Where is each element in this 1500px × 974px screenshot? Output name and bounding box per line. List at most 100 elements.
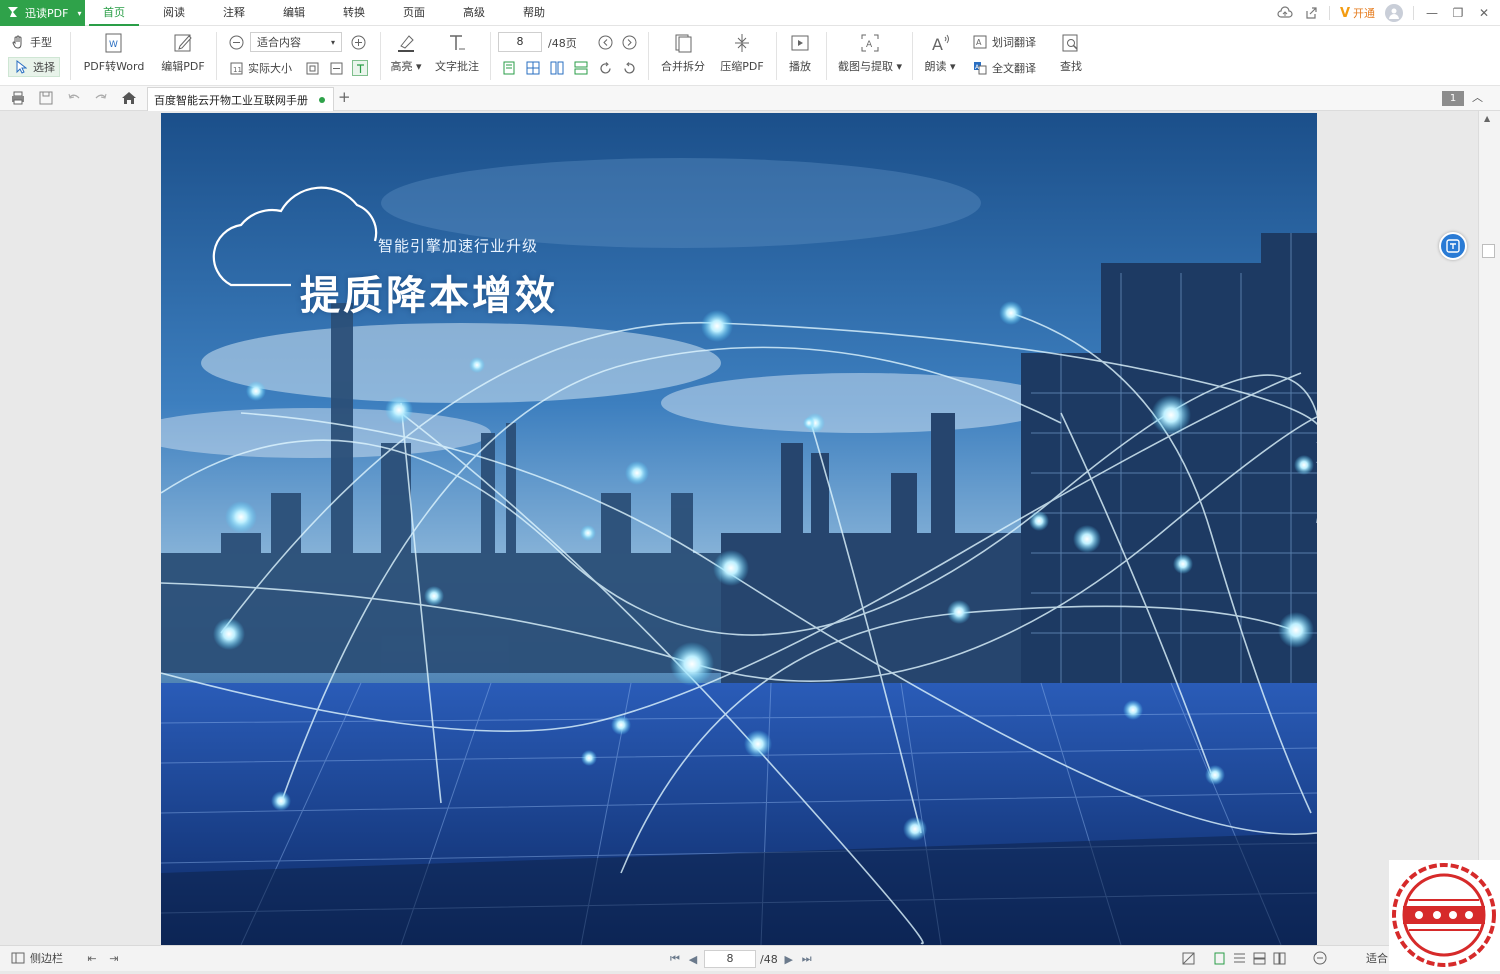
translate-float-button[interactable] — [1439, 232, 1467, 260]
menu-bar: 迅读PDF ▾ 首页 阅读 注释 编辑 转换 页面 高级 帮助 V 开通 — ❐… — [0, 0, 1500, 26]
tab-document[interactable]: 百度智能云开物工业互联网手册 — [147, 87, 334, 111]
zoom-out-icon[interactable] — [228, 34, 244, 50]
vertical-scrollbar[interactable]: ▲ — [1478, 111, 1500, 945]
facing-view-icon[interactable] — [1271, 950, 1287, 966]
menu-convert[interactable]: 转换 — [329, 0, 379, 26]
text-note-button[interactable]: 文字批注 — [430, 26, 484, 74]
new-tab-button[interactable]: + — [338, 88, 351, 106]
forward-icon[interactable]: ⇥ — [106, 950, 122, 966]
home-icon[interactable] — [120, 89, 138, 107]
status-bar: 侧边栏 ⇤ ⇥ ⏮ ◀ 8 /48 ▶ ⏭ 适合 — [0, 945, 1500, 971]
text-note-icon — [446, 30, 468, 56]
collapse-ribbon-icon[interactable]: ︿ — [1472, 89, 1483, 105]
slideshow-icon — [789, 30, 811, 56]
next-page-icon[interactable]: ▶ — [782, 951, 796, 967]
menu-read[interactable]: 阅读 — [149, 0, 199, 26]
avatar[interactable] — [1385, 4, 1403, 22]
save-icon[interactable] — [37, 89, 55, 107]
print-icon[interactable] — [9, 89, 27, 107]
menu-page[interactable]: 页面 — [389, 0, 439, 26]
rotate-left-icon[interactable] — [621, 60, 637, 76]
menu-home[interactable]: 首页 — [89, 0, 139, 26]
fit-width-icon[interactable] — [328, 60, 344, 76]
undo-icon[interactable] — [65, 89, 83, 107]
hand-tool-label: 手型 — [30, 36, 52, 49]
zoom-level[interactable]: 适合 — [1366, 950, 1388, 966]
find-label: 查找 — [1060, 60, 1082, 73]
compress-icon — [731, 30, 753, 56]
hand-tool-button[interactable]: 手型 — [10, 32, 52, 52]
actual-size-label: 实际大小 — [248, 62, 292, 75]
vip-label: 开通 — [1353, 7, 1375, 20]
two-page-continuous-icon[interactable] — [573, 60, 589, 76]
divider — [826, 32, 827, 80]
app-menu-button[interactable]: 迅读PDF ▾ — [0, 0, 85, 26]
zoom-in-icon[interactable] — [350, 34, 366, 50]
app-name: 迅读PDF — [25, 7, 69, 20]
close-icon[interactable]: ✕ — [1476, 5, 1492, 21]
single-page-icon[interactable] — [501, 60, 517, 76]
divider — [490, 32, 491, 80]
edit-pdf-button[interactable]: 编辑PDF — [158, 26, 208, 74]
hand-icon — [10, 34, 26, 50]
share-icon[interactable] — [1303, 5, 1319, 21]
first-page-icon[interactable]: ⏮ — [668, 951, 682, 967]
continuous-page-icon[interactable] — [525, 60, 541, 76]
screenshot-extract-button[interactable]: A 截图与提取 ▾ — [834, 26, 906, 74]
compress-label: 压缩PDF — [720, 60, 764, 73]
menu-annotate[interactable]: 注释 — [209, 0, 259, 26]
divider — [380, 32, 381, 80]
full-translate-icon: A — [972, 60, 988, 76]
fit-page-icon[interactable] — [304, 60, 320, 76]
back-icon[interactable]: ⇤ — [84, 950, 100, 966]
status-page-input[interactable]: 8 — [704, 950, 756, 968]
cloud-upload-icon[interactable] — [1277, 5, 1293, 21]
next-page-icon[interactable] — [621, 34, 637, 50]
rotate-right-icon[interactable] — [597, 60, 613, 76]
vip-button[interactable]: V 开通 — [1340, 5, 1375, 21]
menu-advanced[interactable]: 高级 — [449, 0, 499, 26]
minimize-icon[interactable]: — — [1424, 5, 1440, 21]
two-page-view-icon[interactable] — [1251, 950, 1267, 966]
redo-icon[interactable] — [92, 89, 110, 107]
menu-edit[interactable]: 编辑 — [269, 0, 319, 26]
zoom-mode-value: 适合内容 — [257, 36, 301, 49]
two-page-icon[interactable] — [549, 60, 565, 76]
text-note-label: 文字批注 — [435, 60, 479, 73]
scrollbar-thumb[interactable] — [1482, 244, 1495, 258]
select-tool-label: 选择 — [33, 61, 55, 74]
text-select-icon[interactable] — [352, 60, 368, 76]
fit-screen-icon[interactable] — [1180, 950, 1196, 966]
pdf-to-word-button[interactable]: W PDF转Word — [82, 26, 146, 74]
full-translate-button[interactable]: A 全文翻译 — [972, 58, 1036, 78]
scroll-up-icon[interactable]: ▲ — [1484, 114, 1490, 123]
page-number-input[interactable]: 8 — [498, 32, 542, 52]
zoom-out-icon[interactable] — [1312, 950, 1328, 966]
chevron-down-icon: ▾ — [77, 8, 82, 18]
prev-page-icon[interactable] — [597, 34, 613, 50]
select-tool-button[interactable]: 选择 — [8, 57, 60, 77]
find-button[interactable]: 查找 — [1054, 26, 1088, 74]
restore-icon[interactable]: ❐ — [1450, 5, 1466, 21]
play-button[interactable]: 播放 — [782, 26, 818, 74]
continuous-view-icon[interactable] — [1231, 950, 1247, 966]
compress-pdf-button[interactable]: 压缩PDF — [716, 26, 768, 74]
document-viewport[interactable]: 智能引擎加速行业升级 提质降本增效 — [0, 111, 1478, 945]
page-subtitle: 智能引擎加速行业升级 — [378, 237, 539, 255]
last-page-icon[interactable]: ⏭ — [800, 951, 814, 967]
highlight-button[interactable]: 高亮 ▾ — [386, 26, 426, 74]
actual-size-button[interactable]: 11 实际大小 — [228, 58, 292, 78]
divider — [216, 32, 217, 80]
word-translate-button[interactable]: A 划词翻译 — [972, 32, 1036, 52]
single-page-view-icon[interactable] — [1211, 950, 1227, 966]
menu-help[interactable]: 帮助 — [509, 0, 559, 26]
merge-split-button[interactable]: 合并拆分 — [656, 26, 710, 74]
read-aloud-button[interactable]: A 朗读 ▾ — [918, 26, 962, 74]
vip-icon: V — [1339, 5, 1350, 21]
prev-page-icon[interactable]: ◀ — [686, 951, 700, 967]
sidebar-toggle-button[interactable]: 侧边栏 — [10, 950, 63, 966]
page-total-label: /48页 — [548, 37, 577, 50]
read-aloud-label: 朗读 ▾ — [924, 60, 956, 73]
status-total-pages: /48 — [760, 952, 778, 966]
zoom-mode-select[interactable]: 适合内容 ▾ — [250, 32, 342, 52]
